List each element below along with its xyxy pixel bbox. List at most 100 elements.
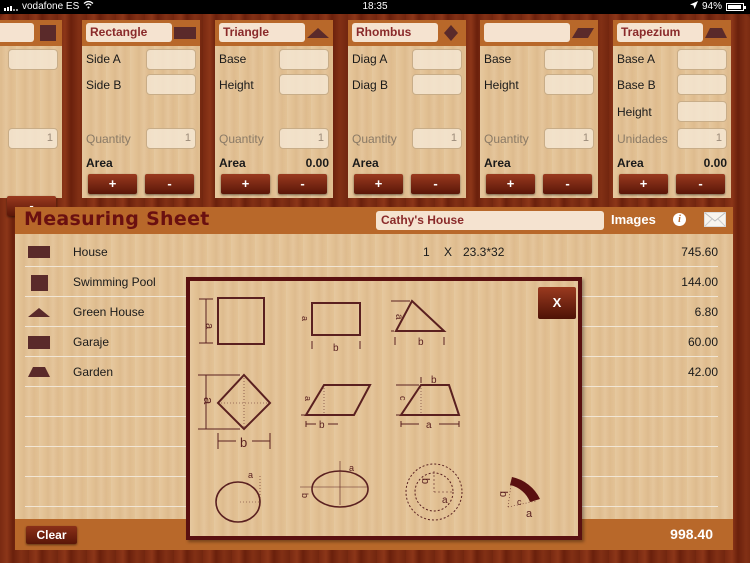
quantity-field[interactable]: 1 <box>677 128 727 149</box>
triangle-icon <box>28 308 50 317</box>
height-label: Height <box>219 78 254 92</box>
height-field[interactable] <box>279 74 329 95</box>
remove-button[interactable]: - <box>411 174 460 194</box>
rectangle-icon <box>174 27 196 39</box>
rectangle-icon <box>28 336 50 349</box>
card-title[interactable]: Trapezium <box>617 23 703 42</box>
base-label: Base <box>484 52 512 66</box>
card-title[interactable]: Rectangle <box>86 23 172 42</box>
item-formula: 23.3*32 <box>463 245 505 259</box>
item-multiply: X <box>444 245 453 259</box>
quantity-field[interactable]: 1 <box>544 128 594 149</box>
area-label: Area <box>86 156 113 170</box>
item-name: Garden <box>73 365 114 379</box>
remove-button[interactable]: - <box>676 174 725 194</box>
svg-text:a: a <box>426 420 432 431</box>
square-icon <box>40 25 56 41</box>
diag-a-label: Diag A <box>352 52 388 66</box>
list-item[interactable]: House 1 X 23.3*32 745.60 <box>25 237 718 267</box>
close-button[interactable]: X <box>538 287 576 319</box>
figure-ellipse[interactable]: a b <box>296 459 376 519</box>
base-field[interactable] <box>544 49 594 70</box>
parallelogram-icon <box>572 28 594 38</box>
svg-text:b: b <box>431 375 437 386</box>
card-header <box>0 20 62 46</box>
diag-a-field[interactable] <box>412 49 462 70</box>
add-button[interactable]: + <box>486 174 535 194</box>
card-title[interactable]: Triangle <box>219 23 305 42</box>
figure-triangle[interactable]: a b <box>390 299 460 355</box>
add-button[interactable]: + <box>619 174 668 194</box>
svg-text:a: a <box>248 470 253 480</box>
figure-rectangle[interactable]: a b <box>296 299 366 355</box>
status-bar: vodafone ES 18:35 94% <box>0 0 750 14</box>
svg-text:b: b <box>497 491 509 497</box>
area-label: Area <box>352 156 379 170</box>
svg-text:b: b <box>240 435 247 450</box>
svg-text:a: a <box>442 495 448 506</box>
clear-button[interactable]: Clear <box>26 526 77 544</box>
sheet-header: Measuring Sheet Cathy's House Images i <box>15 207 733 234</box>
height-label: Height <box>617 105 652 119</box>
quantity-label: Quantity <box>86 132 131 146</box>
side-a-label: Side A <box>86 52 121 66</box>
item-name: Swimming Pool <box>73 275 156 289</box>
figure-ring-sector[interactable]: b c a <box>490 471 560 521</box>
quantity-label: Quantity <box>219 132 264 146</box>
svg-text:a: a <box>526 508 533 520</box>
info-icon[interactable]: i <box>673 213 686 226</box>
item-value: 42.00 <box>687 365 718 379</box>
remove-button[interactable]: - <box>278 174 327 194</box>
card-title[interactable] <box>0 23 34 42</box>
item-value: 745.60 <box>681 245 718 259</box>
base-field[interactable] <box>279 49 329 70</box>
figure-ring[interactable]: b a <box>402 459 472 529</box>
base-a-field[interactable] <box>677 49 727 70</box>
height-label: Height <box>484 78 519 92</box>
side-b-field[interactable] <box>146 74 196 95</box>
card-title[interactable] <box>484 23 570 42</box>
project-name-input[interactable]: Cathy's House <box>376 211 604 230</box>
base-b-label: Base B <box>617 78 656 92</box>
item-quantity: 1 <box>423 245 430 259</box>
quantity-field[interactable]: 1 <box>279 128 329 149</box>
item-value: 144.00 <box>681 275 718 289</box>
clock: 18:35 <box>362 1 388 12</box>
quantity-field[interactable]: 1 <box>412 128 462 149</box>
area-value: 0.00 <box>305 156 329 170</box>
svg-text:a: a <box>201 397 216 405</box>
side-field[interactable] <box>8 49 58 70</box>
figure-square[interactable]: a <box>194 295 274 351</box>
total-area: 998.40 <box>670 526 713 542</box>
card-rhombus: Rhombus Diag A Diag B Quantity 1 Area + … <box>348 20 466 198</box>
images-button[interactable]: Images <box>611 212 656 227</box>
add-button[interactable]: + <box>354 174 403 194</box>
card-title[interactable]: Rhombus <box>352 23 438 42</box>
side-a-field[interactable] <box>146 49 196 70</box>
base-a-label: Base A <box>617 52 656 66</box>
figure-rhombus[interactable]: a b <box>196 371 276 451</box>
trapezium-icon <box>28 367 50 377</box>
svg-text:b: b <box>300 493 310 498</box>
figure-trapezium[interactable]: b c a <box>395 373 475 433</box>
diag-b-field[interactable] <box>412 74 462 95</box>
quantity-field[interactable]: 1 <box>146 128 196 149</box>
svg-text:b: b <box>319 420 325 431</box>
height-field[interactable] <box>677 101 727 122</box>
mail-icon[interactable] <box>704 212 726 227</box>
item-value: 6.80 <box>694 305 718 319</box>
add-button[interactable]: + <box>221 174 270 194</box>
base-b-field[interactable] <box>677 74 727 95</box>
height-field[interactable] <box>544 74 594 95</box>
svg-text:b: b <box>418 337 424 348</box>
battery-icon <box>726 3 746 11</box>
add-button[interactable]: + <box>88 174 137 194</box>
figure-parallelogram[interactable]: a b <box>300 381 380 431</box>
remove-button[interactable]: - <box>543 174 592 194</box>
figure-circle[interactable]: a <box>210 466 270 526</box>
card-trapezium: Trapezium Base A Base B Height Unidades … <box>613 20 731 198</box>
base-label: Base <box>219 52 247 66</box>
rectangle-icon <box>28 246 50 258</box>
remove-button[interactable]: - <box>145 174 194 194</box>
quantity-field[interactable]: 1 <box>8 128 58 149</box>
